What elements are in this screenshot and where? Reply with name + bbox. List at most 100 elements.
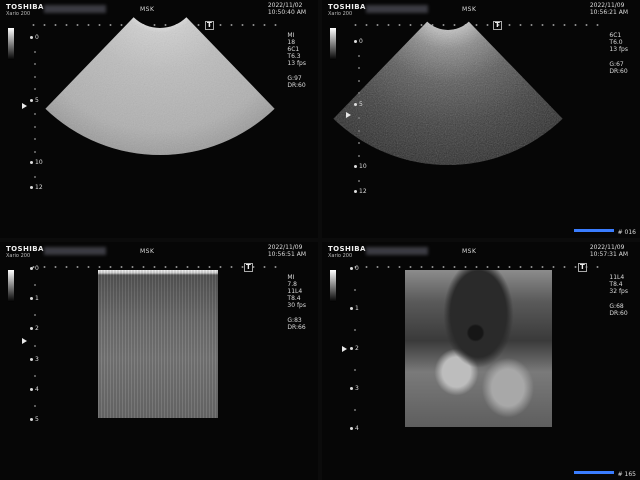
depth-tick-label: 1	[350, 305, 359, 312]
focus-marker[interactable]	[342, 346, 347, 352]
depth-tick-dot	[30, 418, 33, 421]
cine-progress-bar[interactable]	[574, 229, 614, 232]
depth-tick-label: 10	[354, 163, 367, 170]
cine-progress-fill	[574, 229, 614, 232]
depth-tick-label: 12	[30, 184, 43, 191]
focus-marker[interactable]	[22, 102, 27, 109]
depth-tick-label: 0	[30, 34, 39, 41]
depth-minor-tick	[358, 142, 360, 144]
param-value: DR:60	[609, 310, 628, 317]
depth-tick-dot	[30, 186, 33, 189]
depth-tick-value: 0	[35, 34, 39, 41]
depth-minor-tick	[34, 125, 36, 128]
depth-minor-tick	[34, 374, 36, 377]
focus-marker[interactable]	[346, 111, 351, 118]
depth-minor-tick	[358, 92, 360, 94]
exam-date: 2022/11/09	[589, 244, 625, 251]
acquisition-parameters: 11L4 T8.4 32 fps G:68 DR:60	[609, 274, 628, 317]
param-gap	[287, 309, 306, 317]
depth-tick-value: 0	[359, 38, 363, 45]
exam-time: 10:56:51 AM	[267, 251, 306, 258]
depth-tick-dot	[30, 161, 33, 164]
brand-logo: TOSHIBA	[6, 245, 44, 253]
param-value: G:67	[609, 61, 624, 68]
grayscale-bar	[8, 270, 14, 302]
param-value: 13 fps	[609, 46, 628, 53]
param-value: 32 fps	[609, 288, 628, 295]
param-gap	[609, 295, 628, 303]
depth-tick-dot	[350, 307, 353, 310]
depth-tick-value: 4	[355, 425, 359, 432]
param-value: DR:60	[287, 82, 306, 89]
depth-minor-tick	[354, 329, 356, 331]
depth-tick-value: 1	[35, 295, 39, 303]
param-value: G:68	[609, 303, 624, 310]
depth-minor-tick	[358, 154, 360, 157]
exam-datetime: 2022/11/09 10:57:31 AM	[590, 244, 628, 258]
param-value: 30 fps	[287, 302, 306, 309]
param-value: 13 fps	[287, 60, 306, 67]
depth-tick-dot	[30, 267, 33, 270]
depth-tick-dot	[30, 297, 33, 301]
param-value: T8.4	[609, 281, 623, 288]
patient-info-redacted	[366, 247, 428, 255]
ultrasound-panel-top-left[interactable]: TOSHIBA Xario 200 MSK 2022/11/02 10:50:40 AM…	[0, 0, 318, 238]
probe-mi-label: MI	[287, 32, 295, 39]
depth-tick-label: 5	[30, 97, 39, 104]
depth-minor-tick	[34, 113, 36, 115]
depth-tick-label: 10	[30, 159, 43, 166]
depth-minor-tick	[354, 409, 356, 411]
depth-tick-value: 2	[355, 345, 359, 352]
param-value: 7.8	[287, 281, 297, 288]
depth-scale: 0 5 10 12	[30, 34, 50, 191]
depth-tick-label: 5	[30, 416, 39, 423]
param-value: 18	[287, 39, 296, 46]
grayscale-bar	[330, 270, 336, 302]
probe-orientation-icon: T	[578, 263, 587, 272]
depth-tick-dot	[354, 102, 357, 106]
depth-tick-label: 0	[354, 38, 363, 45]
depth-tick-value: 3	[355, 385, 359, 392]
depth-tick-value: 2	[35, 325, 39, 333]
focus-marker[interactable]	[22, 338, 27, 345]
cine-progress-bar[interactable]	[574, 471, 614, 474]
ultrasound-image-linear	[405, 270, 552, 427]
depth-tick-value: 5	[35, 416, 39, 423]
depth-tick-dot	[30, 36, 33, 39]
acquisition-parameters: MI 7.8 11L4 T8.4 30 fps G:83 DR:66	[287, 274, 306, 331]
depth-tick-dot	[350, 267, 353, 270]
depth-minor-tick	[34, 150, 36, 153]
depth-tick-dot	[350, 387, 353, 390]
depth-tick-label: 3	[350, 385, 359, 392]
depth-tick-value: 3	[35, 355, 39, 363]
ultrasound-panel-bottom-left[interactable]: TOSHIBA Xario 200 MSK 2022/11/09 10:56:51 AM…	[0, 242, 318, 480]
depth-minor-tick	[358, 67, 360, 69]
depth-tick-value: 12	[359, 188, 367, 195]
depth-tick-value: 0	[35, 265, 39, 272]
exam-datetime: 2022/11/09 10:56:51 AM	[268, 244, 306, 258]
exam-mode-label: MSK	[140, 248, 155, 255]
depth-tick-dot	[30, 327, 33, 331]
param-value: T6.0	[609, 39, 623, 46]
acquisition-parameters: MI 18 6C1 T6.3 13 fps G:97 DR:60	[287, 32, 306, 89]
param-value: 6C1	[609, 32, 622, 39]
depth-scale: 0 5 10 12	[354, 38, 374, 195]
depth-tick-dot	[350, 347, 353, 350]
param-value: 11L4	[287, 288, 303, 295]
ultrasound-panel-bottom-right[interactable]: TOSHIBA Xario 200 MSK 2022/11/09 10:57:31 AM…	[322, 242, 640, 480]
depth-tick-label: 5	[354, 101, 363, 108]
depth-tick-dot	[30, 387, 33, 391]
ultrasound-panel-top-right[interactable]: TOSHIBA Xario 200 MSK 2022/11/09 10:56:21 AM…	[322, 0, 640, 238]
depth-tick-label: 1	[30, 295, 39, 302]
depth-tick-value: 12	[35, 184, 43, 191]
depth-minor-tick	[34, 284, 36, 287]
depth-tick-label: 0	[30, 265, 39, 272]
param-gap	[287, 67, 306, 75]
param-value: G:97	[287, 75, 302, 82]
param-value: 11L4	[609, 274, 625, 281]
ultrasound-image-linear	[98, 270, 218, 418]
depth-minor-tick	[34, 344, 36, 347]
depth-tick-label: 2	[350, 345, 359, 352]
param-value: DR:60	[609, 68, 628, 75]
depth-minor-tick	[358, 79, 360, 82]
